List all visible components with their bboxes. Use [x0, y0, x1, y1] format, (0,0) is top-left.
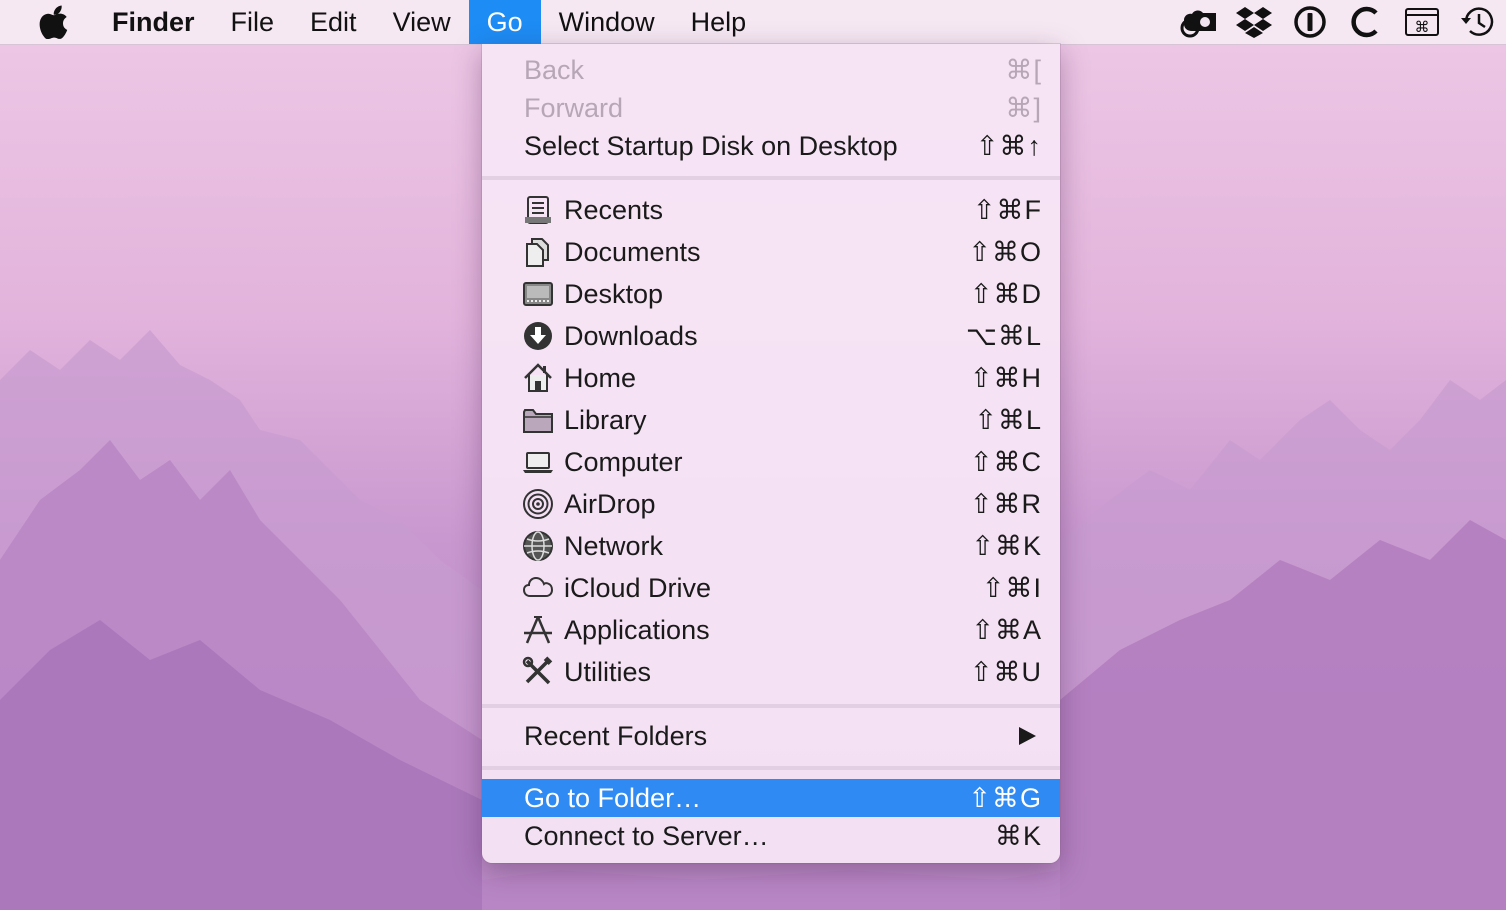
- apple-menu[interactable]: [0, 0, 94, 44]
- menu-item-shortcut: ⌥⌘L: [965, 320, 1042, 351]
- menu-item-shortcut: ⇧⌘F: [972, 194, 1042, 225]
- menu-item-shortcut: ⇧⌘D: [969, 278, 1042, 309]
- c-app-icon[interactable]: [1344, 0, 1388, 44]
- menu-item-downloads[interactable]: Downloads ⌥⌘L: [482, 317, 1060, 355]
- menu-item-label: Connect to Server…: [524, 820, 769, 851]
- menu-item-label: Computer: [564, 446, 683, 477]
- menu-item-recent-folders[interactable]: Recent Folders: [482, 717, 1060, 755]
- airdrop-icon: [523, 489, 553, 519]
- documents-icon: [526, 238, 549, 267]
- menu-item-shortcut: ⇧⌘A: [971, 614, 1042, 645]
- 1password-icon[interactable]: [1288, 0, 1332, 44]
- menu-item-select-startup-disk[interactable]: Select Startup Disk on Desktop ⇧⌘↑: [482, 127, 1060, 165]
- recents-icon: [525, 196, 551, 224]
- menu-item-utilities[interactable]: Utilities ⇧⌘U: [482, 653, 1060, 691]
- utilities-icon: [522, 656, 553, 685]
- menu-item-library[interactable]: Library ⇧⌘L: [482, 401, 1060, 439]
- menu-item-shortcut: ⌘]: [1005, 92, 1042, 123]
- menubar-edit[interactable]: Edit: [292, 0, 375, 44]
- desktop-icon: [523, 282, 553, 306]
- menu-item-shortcut: ⇧⌘K: [971, 530, 1042, 561]
- menu-item-label: Back: [524, 54, 585, 85]
- menu-item-shortcut: ⌘[: [1005, 54, 1042, 85]
- menu-item-connect-to-server[interactable]: Connect to Server… ⌘K: [482, 817, 1060, 855]
- menu-item-airdrop[interactable]: AirDrop ⇧⌘R: [482, 485, 1060, 523]
- menu-item-shortcut: ⇧⌘O: [968, 236, 1042, 267]
- menu-item-shortcut: ⇧⌘I: [981, 572, 1042, 603]
- menu-item-back: Back ⌘[: [482, 51, 1060, 89]
- menu-item-home[interactable]: Home ⇧⌘H: [482, 359, 1060, 397]
- menu-item-label: Utilities: [564, 656, 652, 687]
- menu-item-label: Go to Folder…: [524, 782, 702, 813]
- command-key-icon[interactable]: ⌘: [1400, 0, 1444, 44]
- menu-item-label: Library: [564, 404, 647, 435]
- menu-item-shortcut: ⇧⌘R: [969, 488, 1042, 519]
- submenu-arrow-icon: [1019, 727, 1036, 745]
- menu-item-label: Forward: [524, 92, 624, 123]
- menu-item-go-to-folder[interactable]: Go to Folder… ⇧⌘G: [482, 779, 1060, 817]
- menu-item-shortcut: ⇧⌘↑: [975, 130, 1042, 161]
- menu-separator: [482, 176, 1060, 180]
- menu-bar: Finder File Edit View Go Window Help ⌘: [0, 0, 1506, 45]
- downloads-icon: [524, 322, 552, 350]
- menu-item-shortcut: ⇧⌘H: [969, 362, 1042, 393]
- menu-item-label: Documents: [564, 236, 701, 267]
- menu-item-label: Network: [564, 530, 664, 561]
- go-menu: Back ⌘[ Forward ⌘] Select Startup Disk o…: [482, 44, 1060, 863]
- menu-item-shortcut: ⇧⌘U: [969, 656, 1042, 687]
- menu-item-label: iCloud Drive: [564, 572, 712, 603]
- menu-item-label: AirDrop: [564, 488, 656, 519]
- menu-item-forward: Forward ⌘]: [482, 89, 1060, 127]
- menubar-help[interactable]: Help: [673, 0, 765, 44]
- menu-item-applications[interactable]: Applications ⇧⌘A: [482, 611, 1060, 649]
- menu-item-label: Desktop: [564, 278, 664, 309]
- menu-item-label: Applications: [564, 614, 710, 645]
- menu-item-label: Select Startup Disk on Desktop: [524, 130, 898, 161]
- menu-item-network[interactable]: Network ⇧⌘K: [482, 527, 1060, 565]
- menu-item-label: Recents: [564, 194, 664, 225]
- home-icon: [524, 363, 552, 392]
- cloud-icon: [522, 576, 554, 597]
- computer-icon: [523, 452, 553, 473]
- menubar-window[interactable]: Window: [541, 0, 673, 44]
- menu-item-label: Downloads: [564, 320, 698, 351]
- menu-item-icloud-drive[interactable]: iCloud Drive ⇧⌘I: [482, 569, 1060, 607]
- menu-item-shortcut: ⇧⌘L: [974, 404, 1042, 435]
- time-machine-icon[interactable]: [1456, 0, 1500, 44]
- menu-item-computer[interactable]: Computer ⇧⌘C: [482, 443, 1060, 481]
- menu-item-label: Home: [564, 362, 637, 393]
- dropbox-icon[interactable]: [1232, 0, 1276, 44]
- folder-icon: [523, 409, 553, 433]
- menu-item-label: Recent Folders: [524, 720, 708, 751]
- network-icon: [523, 531, 553, 561]
- menubar-app-name[interactable]: Finder: [94, 0, 213, 44]
- svg-text:⌘: ⌘: [1415, 18, 1430, 36]
- menu-separator: [482, 766, 1060, 770]
- menubar-file[interactable]: File: [213, 0, 293, 44]
- cloud-app-icon[interactable]: [1176, 0, 1220, 44]
- apple-logo-icon: [39, 5, 68, 39]
- menu-item-documents[interactable]: Documents ⇧⌘O: [482, 233, 1060, 271]
- menu-item-shortcut: ⇧⌘C: [969, 446, 1042, 477]
- menu-separator: [482, 704, 1060, 708]
- menu-item-recents[interactable]: Recents ⇧⌘F: [482, 191, 1060, 229]
- applications-icon: [524, 616, 552, 644]
- menu-item-desktop[interactable]: Desktop ⇧⌘D: [482, 275, 1060, 313]
- status-menus: ⌘: [1170, 0, 1506, 44]
- menu-item-shortcut: ⌘K: [994, 820, 1042, 851]
- menu-item-shortcut: ⇧⌘G: [968, 782, 1042, 813]
- menubar-view[interactable]: View: [375, 0, 469, 44]
- menubar-go[interactable]: Go: [468, 0, 541, 44]
